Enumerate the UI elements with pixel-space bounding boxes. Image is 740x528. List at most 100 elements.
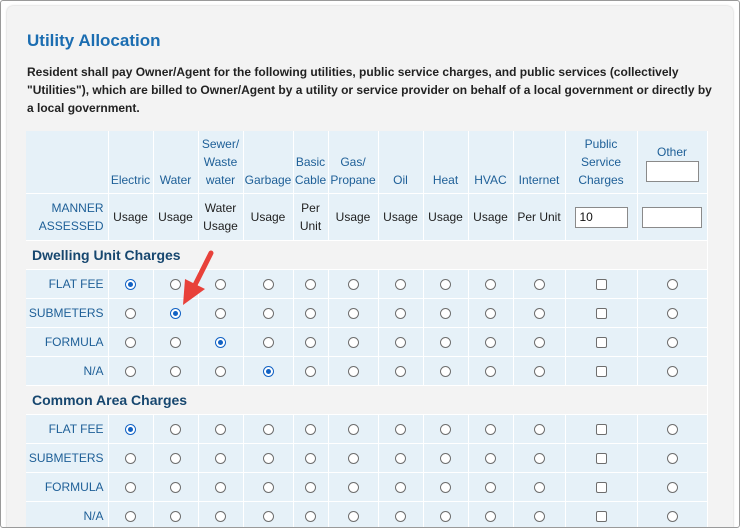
radio-sewer-waste-water-formula[interactable] — [215, 482, 226, 494]
radio-water-n-a[interactable] — [170, 511, 181, 523]
checkbox-public-service-charges-n-a[interactable] — [595, 366, 607, 378]
checkbox-public-service-charges-submeters[interactable] — [595, 453, 607, 465]
radio-garbage-n-a[interactable] — [262, 366, 274, 378]
radio-basic-cable-formula[interactable] — [305, 337, 316, 349]
radio-basic-cable-n-a[interactable] — [305, 511, 316, 523]
radio-internet-formula[interactable] — [533, 337, 545, 349]
radio-electric-formula[interactable] — [125, 337, 136, 349]
radio-oil-submeters[interactable] — [395, 308, 406, 320]
checkbox-public-service-charges-formula[interactable] — [595, 337, 607, 349]
radio-gas-propane-n-a[interactable] — [347, 511, 359, 523]
radio-hvac-flat-fee[interactable] — [485, 424, 496, 436]
radio-garbage-n-a[interactable] — [262, 511, 274, 523]
radio-internet-flat-fee[interactable] — [533, 424, 545, 436]
radio-other-flat-fee[interactable] — [666, 279, 678, 291]
radio-garbage-flat-fee[interactable] — [262, 424, 274, 436]
radio-basic-cable-submeters[interactable] — [305, 308, 316, 320]
radio-sewer-waste-water-flat-fee[interactable] — [215, 279, 226, 291]
radio-other-submeters[interactable] — [666, 308, 678, 320]
checkbox-public-service-charges-submeters[interactable] — [595, 308, 607, 320]
radio-gas-propane-submeters[interactable] — [347, 308, 359, 320]
radio-sewer-waste-water-flat-fee[interactable] — [215, 424, 226, 436]
checkbox-public-service-charges-flat-fee[interactable] — [595, 424, 607, 436]
radio-heat-n-a[interactable] — [440, 366, 451, 378]
radio-water-formula[interactable] — [170, 482, 181, 494]
radio-sewer-waste-water-n-a[interactable] — [215, 366, 226, 378]
radio-gas-propane-flat-fee[interactable] — [347, 424, 359, 436]
manner-input-public-service-charges[interactable] — [574, 206, 628, 228]
radio-heat-submeters[interactable] — [440, 453, 451, 465]
checkbox-public-service-charges-flat-fee[interactable] — [595, 279, 607, 291]
radio-internet-submeters[interactable] — [533, 308, 545, 320]
radio-oil-n-a[interactable] — [395, 511, 406, 523]
radio-electric-submeters[interactable] — [125, 308, 136, 320]
checkbox-public-service-charges-formula[interactable] — [595, 482, 607, 494]
radio-internet-flat-fee[interactable] — [533, 279, 545, 291]
radio-other-formula[interactable] — [666, 482, 678, 494]
radio-gas-propane-formula[interactable] — [347, 337, 359, 349]
radio-garbage-submeters[interactable] — [262, 308, 274, 320]
radio-water-flat-fee[interactable] — [170, 279, 181, 291]
radio-electric-n-a[interactable] — [125, 366, 136, 378]
radio-other-submeters[interactable] — [666, 453, 678, 465]
radio-oil-flat-fee[interactable] — [395, 424, 406, 436]
radio-garbage-formula[interactable] — [262, 337, 274, 349]
radio-electric-flat-fee[interactable] — [125, 424, 136, 436]
radio-internet-formula[interactable] — [533, 482, 545, 494]
radio-gas-propane-formula[interactable] — [347, 482, 359, 494]
radio-other-n-a[interactable] — [666, 366, 678, 378]
radio-water-flat-fee[interactable] — [170, 424, 181, 436]
radio-oil-n-a[interactable] — [395, 366, 406, 378]
radio-gas-propane-submeters[interactable] — [347, 453, 359, 465]
checkbox-public-service-charges-n-a[interactable] — [595, 511, 607, 523]
radio-garbage-submeters[interactable] — [262, 453, 274, 465]
radio-sewer-waste-water-submeters[interactable] — [215, 453, 226, 465]
radio-electric-submeters[interactable] — [125, 453, 136, 465]
radio-gas-propane-flat-fee[interactable] — [347, 279, 359, 291]
radio-water-n-a[interactable] — [170, 366, 181, 378]
radio-oil-formula[interactable] — [395, 337, 406, 349]
radio-oil-flat-fee[interactable] — [395, 279, 406, 291]
radio-heat-n-a[interactable] — [440, 511, 451, 523]
radio-oil-submeters[interactable] — [395, 453, 406, 465]
radio-sewer-waste-water-formula[interactable] — [215, 337, 226, 349]
radio-other-flat-fee[interactable] — [666, 424, 678, 436]
radio-hvac-formula[interactable] — [485, 482, 496, 494]
radio-garbage-flat-fee[interactable] — [262, 279, 274, 291]
radio-electric-n-a[interactable] — [125, 511, 136, 523]
radio-basic-cable-submeters[interactable] — [305, 453, 316, 465]
radio-hvac-flat-fee[interactable] — [485, 279, 496, 291]
radio-oil-formula[interactable] — [395, 482, 406, 494]
radio-electric-formula[interactable] — [125, 482, 136, 494]
radio-water-submeters[interactable] — [170, 453, 181, 465]
radio-hvac-formula[interactable] — [485, 337, 496, 349]
radio-heat-flat-fee[interactable] — [440, 279, 451, 291]
radio-other-n-a[interactable] — [666, 511, 678, 523]
radio-heat-formula[interactable] — [440, 337, 451, 349]
radio-internet-n-a[interactable] — [533, 366, 545, 378]
radio-internet-submeters[interactable] — [533, 453, 545, 465]
radio-basic-cable-flat-fee[interactable] — [305, 279, 316, 291]
radio-hvac-n-a[interactable] — [485, 511, 496, 523]
radio-gas-propane-n-a[interactable] — [347, 366, 359, 378]
radio-sewer-waste-water-n-a[interactable] — [215, 511, 226, 523]
radio-basic-cable-n-a[interactable] — [305, 366, 316, 378]
radio-other-formula[interactable] — [666, 337, 678, 349]
manner-input-other[interactable] — [642, 206, 702, 228]
radio-hvac-n-a[interactable] — [485, 366, 496, 378]
radio-basic-cable-flat-fee[interactable] — [305, 424, 316, 436]
radio-sewer-waste-water-submeters[interactable] — [215, 308, 226, 320]
radio-hvac-submeters[interactable] — [485, 453, 496, 465]
radio-basic-cable-formula[interactable] — [305, 482, 316, 494]
radio-water-submeters[interactable] — [170, 308, 181, 320]
manner-cell-electric: Usage — [108, 193, 154, 241]
radio-internet-n-a[interactable] — [533, 511, 545, 523]
radio-hvac-submeters[interactable] — [485, 308, 496, 320]
radio-garbage-formula[interactable] — [262, 482, 274, 494]
radio-water-formula[interactable] — [170, 337, 181, 349]
other-utility-name-input[interactable] — [645, 160, 699, 182]
radio-heat-flat-fee[interactable] — [440, 424, 451, 436]
radio-electric-flat-fee[interactable] — [125, 279, 136, 291]
radio-heat-formula[interactable] — [440, 482, 451, 494]
radio-heat-submeters[interactable] — [440, 308, 451, 320]
